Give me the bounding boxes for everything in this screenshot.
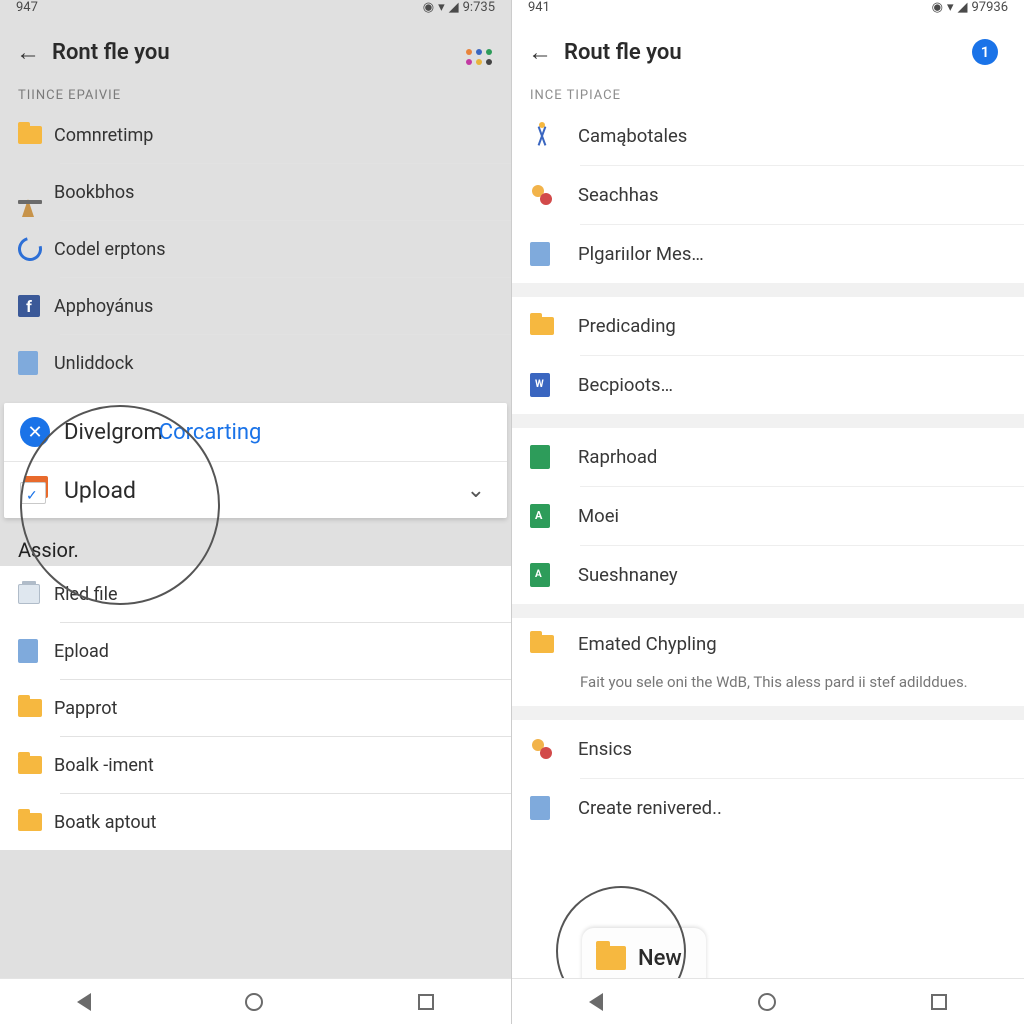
folder-icon bbox=[530, 317, 578, 335]
facebook-icon: f bbox=[18, 295, 54, 317]
list-item[interactable]: Papprot bbox=[0, 680, 511, 736]
pencil-icon bbox=[18, 180, 54, 204]
list-item[interactable]: Ensics bbox=[512, 720, 1024, 778]
list-item[interactable]: Camąbotales bbox=[512, 107, 1024, 165]
swirl-icon bbox=[18, 237, 54, 261]
page-title: Rout fle you bbox=[564, 40, 972, 65]
list-item[interactable]: Epload bbox=[0, 623, 511, 679]
close-circle-icon[interactable]: ✕ bbox=[20, 417, 64, 447]
folder-icon bbox=[18, 756, 54, 774]
menu-icon[interactable] bbox=[459, 40, 499, 65]
new-label: New bbox=[638, 946, 682, 971]
file-icon bbox=[18, 351, 54, 375]
nav-back-icon[interactable] bbox=[77, 993, 91, 1011]
nav-home-icon[interactable] bbox=[245, 993, 263, 1011]
nav-home-icon[interactable] bbox=[758, 993, 776, 1011]
status-time: 941 bbox=[528, 0, 550, 15]
subtext: Fait you sele oni the WdB, This aless pa… bbox=[512, 670, 1024, 706]
list-item[interactable]: Sueshnaney bbox=[512, 546, 1024, 604]
file-icon bbox=[18, 639, 54, 663]
list-item[interactable]: Create renivered.. bbox=[512, 779, 1024, 837]
list-item[interactable]: Comnretimp bbox=[0, 107, 511, 163]
folder-icon bbox=[18, 126, 54, 144]
list-item[interactable]: Emated Chypling bbox=[512, 618, 1024, 670]
list-item[interactable]: Plgariılor Mes… bbox=[512, 225, 1024, 283]
folder-icon bbox=[596, 946, 626, 970]
upload-icon: ✓ bbox=[20, 476, 64, 504]
upload-row[interactable]: ✓ Upload ⌄ bbox=[4, 462, 507, 518]
app-a-icon bbox=[530, 504, 578, 528]
badge-count[interactable]: 1 bbox=[972, 39, 1012, 65]
nav-back-icon[interactable] bbox=[589, 993, 603, 1011]
folder-icon bbox=[530, 635, 578, 653]
page-title: Ront fle you bbox=[52, 40, 459, 65]
list-item[interactable]: Boalk -iment bbox=[0, 737, 511, 793]
divelgrom-label: Divelgrom bbox=[64, 420, 163, 445]
corcarting-label: Corcarting bbox=[159, 420, 262, 445]
nav-bar bbox=[512, 978, 1024, 1024]
section-header: Assior. bbox=[0, 528, 511, 566]
chevron-down-icon[interactable]: ⌄ bbox=[467, 478, 485, 503]
folder-icon bbox=[18, 813, 54, 831]
status-time: 947 bbox=[16, 0, 38, 15]
app-ai-icon bbox=[530, 563, 578, 587]
file-icon bbox=[530, 796, 578, 820]
list-item[interactable]: Codel erptons bbox=[0, 221, 511, 277]
list-item[interactable]: Rled file bbox=[0, 566, 511, 622]
list-item[interactable]: Raprhoad bbox=[512, 428, 1024, 486]
status-bar: 947 ◉▾◢ 9:735 bbox=[0, 0, 511, 22]
list-item[interactable]: Seachhas bbox=[512, 166, 1024, 224]
list-item[interactable]: Becpioots… bbox=[512, 356, 1024, 414]
nav-bar bbox=[0, 978, 511, 1024]
left-screen: 947 ◉▾◢ 9:735 ← Ront fle you TIINCE EPAI… bbox=[0, 0, 512, 1024]
back-arrow-icon[interactable]: ← bbox=[524, 38, 556, 67]
list-item[interactable]: Moei bbox=[512, 487, 1024, 545]
list-item[interactable]: Predicading bbox=[512, 297, 1024, 355]
card-row-top[interactable]: ✕ Divelgrom Corcarting bbox=[4, 403, 507, 461]
nav-recent-icon[interactable] bbox=[418, 994, 434, 1010]
app-bar: ← Ront fle you bbox=[0, 22, 511, 82]
upload-label: Upload bbox=[64, 477, 136, 504]
upload-card: ✕ Divelgrom Corcarting ✓ Upload ⌄ bbox=[4, 403, 507, 518]
section-header: TIINCE EPAIVIE bbox=[0, 82, 511, 107]
list-item[interactable]: Bookbhos bbox=[0, 164, 511, 220]
right-screen: 941 ◉▾◢ 97936 ← Rout fle you 1 INCE TIPI… bbox=[512, 0, 1024, 1024]
file-icon bbox=[530, 242, 578, 266]
folder-icon bbox=[18, 699, 54, 717]
app-bar: ← Rout fle you 1 bbox=[512, 22, 1024, 82]
status-bar: 941 ◉▾◢ 97936 bbox=[512, 0, 1024, 22]
list-item[interactable]: Boatk aptout bbox=[0, 794, 511, 850]
box-icon bbox=[18, 584, 54, 604]
list-item[interactable]: Unliddock bbox=[0, 335, 511, 391]
nav-recent-icon[interactable] bbox=[931, 994, 947, 1010]
back-arrow-icon[interactable]: ← bbox=[12, 38, 44, 67]
compass-icon bbox=[530, 124, 578, 148]
bubbles-icon bbox=[530, 185, 578, 205]
doc-icon bbox=[530, 373, 578, 397]
status-icons: ◉▾◢ 97936 bbox=[932, 0, 1008, 15]
bubbles-icon bbox=[530, 739, 578, 759]
section-header: INCE TIPIACE bbox=[512, 82, 1024, 107]
list-item[interactable]: f Apphoyánus bbox=[0, 278, 511, 334]
sheet-icon bbox=[530, 445, 578, 469]
status-icons: ◉▾◢ 9:735 bbox=[423, 0, 495, 15]
